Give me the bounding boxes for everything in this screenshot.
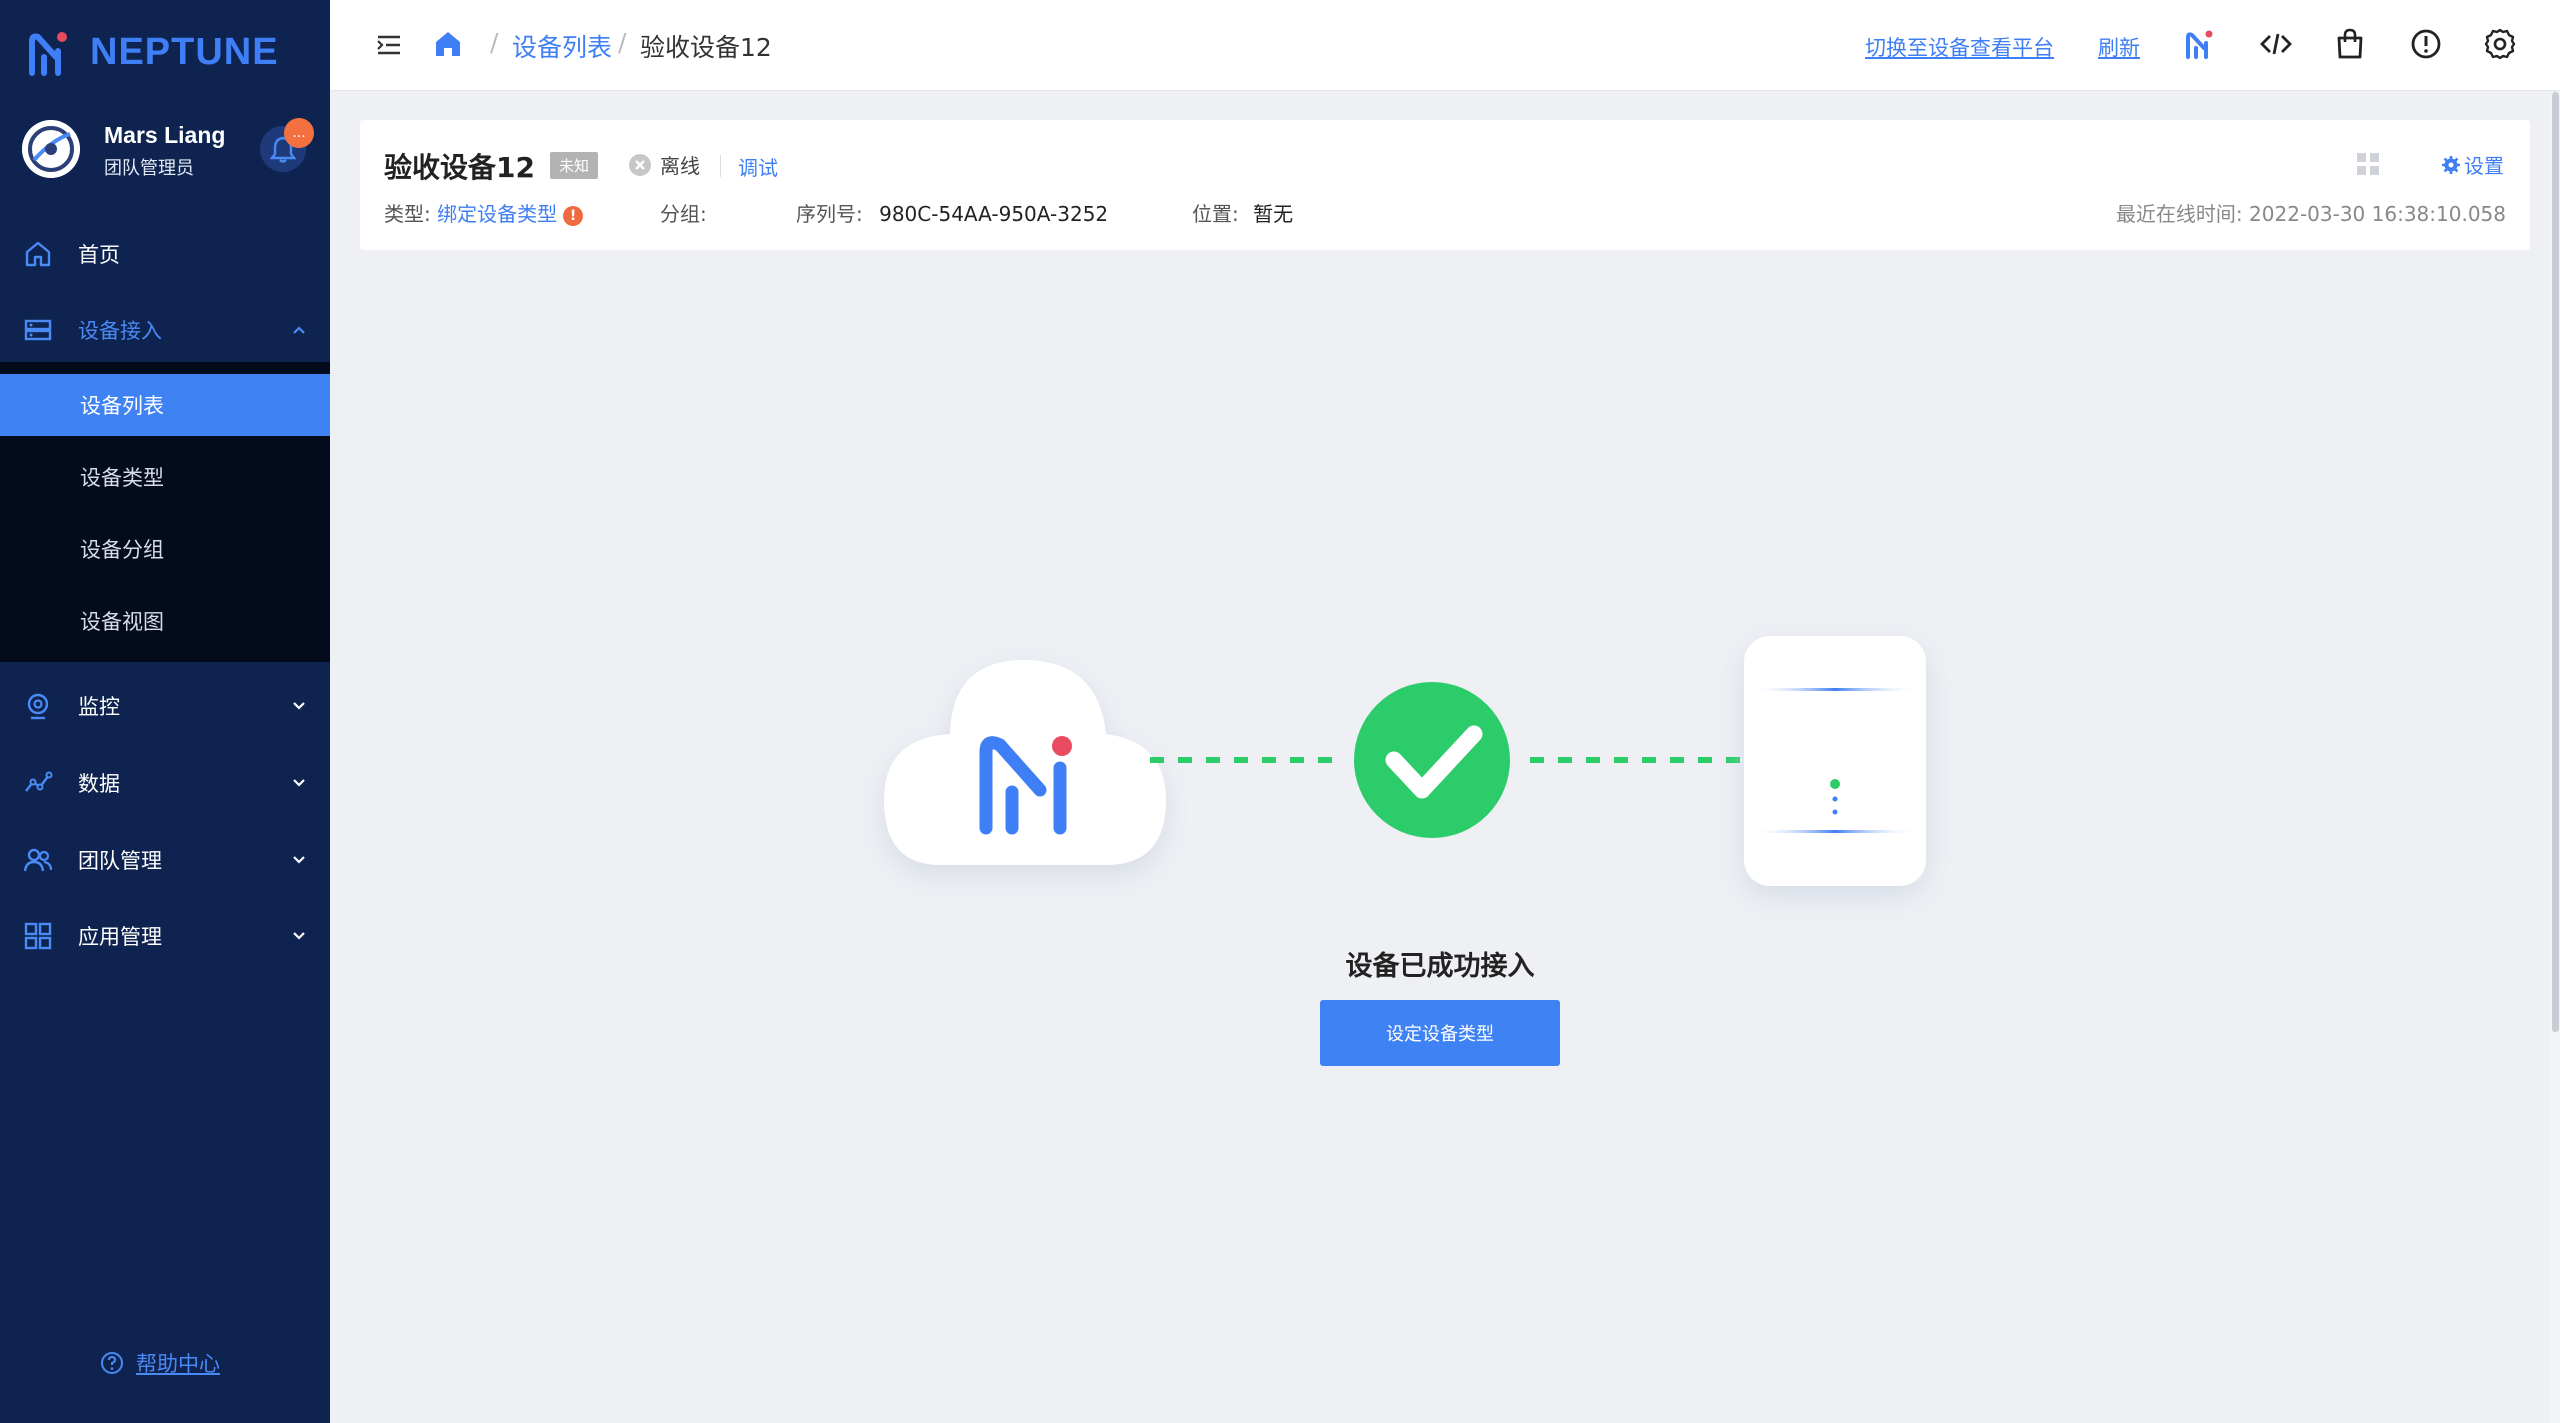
- brand-logo[interactable]: NEPTUNE: [26, 24, 279, 80]
- sidebar: NEPTUNE Mars Liang 团队管理员 ... 首页 设备接入 设备列…: [0, 0, 330, 1423]
- device-serial-label: 序列号:: [796, 202, 863, 226]
- set-device-type-button[interactable]: 设定设备类型: [1320, 1000, 1560, 1066]
- alert-circle-icon: [2411, 29, 2441, 59]
- avatar-image-icon: [22, 120, 80, 178]
- device-type-field: 类型: 绑定设备类型!: [384, 198, 584, 227]
- scrollbar-thumb[interactable]: [2552, 92, 2559, 1032]
- sidebar-subitem-device-type[interactable]: 设备类型: [0, 446, 330, 508]
- gear-icon: [2484, 28, 2516, 60]
- sidebar-subitem-label: 设备分组: [80, 538, 164, 562]
- monitor-icon: [27, 693, 49, 720]
- neptune-app-button[interactable]: [2182, 26, 2218, 62]
- refresh-link[interactable]: 刷新: [2098, 32, 2140, 62]
- sidebar-subitem-label: 设备列表: [80, 394, 164, 418]
- sidebar-item-label: 首页: [78, 243, 120, 267]
- settings-button[interactable]: [2482, 26, 2518, 62]
- store-button[interactable]: [2332, 26, 2368, 62]
- help-center-link[interactable]: 帮助中心: [100, 1348, 220, 1378]
- sidebar-item-device-access[interactable]: 设备接入: [0, 292, 330, 368]
- breadcrumb-current: 验收设备12: [640, 33, 772, 62]
- user-role: 团队管理员: [104, 158, 194, 179]
- code-icon: [2260, 33, 2292, 55]
- sidebar-item-label: 监控: [78, 695, 120, 719]
- breadcrumb-home-icon[interactable]: [432, 28, 464, 60]
- chevron-down-icon: [293, 779, 305, 787]
- neptune-logo-icon: [2186, 30, 2213, 59]
- avatar[interactable]: [22, 120, 80, 178]
- device-location-field: 位置: 暂无: [1192, 198, 1293, 227]
- chevron-up-icon: [293, 326, 305, 334]
- sidebar-item-apps[interactable]: 应用管理: [0, 898, 330, 974]
- offline-status-icon: [629, 153, 651, 176]
- chevron-down-icon: [293, 702, 305, 710]
- switch-platform-link[interactable]: 切换至设备查看平台: [1865, 32, 2054, 62]
- device-type-label: 类型:: [384, 202, 431, 226]
- sidebar-item-home[interactable]: 首页: [0, 216, 330, 292]
- question-circle-icon: [101, 1352, 123, 1374]
- device-status-label: 离线: [660, 154, 700, 178]
- user-name: Mars Liang: [104, 122, 226, 148]
- neptune-logo-icon: [29, 32, 67, 76]
- data-icon: [25, 771, 53, 792]
- success-check-icon: [1354, 682, 1510, 838]
- home-icon: [25, 241, 51, 267]
- grid-view-icon[interactable]: [2356, 152, 2380, 176]
- last-online-label: 最近在线时间:: [2115, 202, 2243, 226]
- success-message: 设备已成功接入: [1345, 951, 1535, 982]
- warning-icon: !: [563, 206, 584, 226]
- device-location-value: 暂无: [1253, 202, 1294, 226]
- device-location-label: 位置:: [1192, 202, 1239, 226]
- sidebar-subitem-label: 设备视图: [80, 610, 164, 634]
- collapse-menu-icon[interactable]: [374, 30, 404, 60]
- sidebar-subitem-device-view[interactable]: 设备视图: [0, 590, 330, 652]
- team-icon: [23, 848, 53, 872]
- shopping-bag-icon: [2337, 28, 2363, 59]
- gear-icon: [2442, 155, 2460, 174]
- sidebar-subitem-device-group[interactable]: 设备分组: [0, 518, 330, 580]
- apps-icon: [24, 922, 52, 950]
- device-info-card: 验收设备12 未知 离线 调试 类型: 绑定设备类型! 分组: 序列号: 980…: [360, 120, 2530, 250]
- sidebar-item-team[interactable]: 团队管理: [0, 822, 330, 898]
- sidebar-item-label: 设备接入: [78, 319, 162, 343]
- sidebar-item-label: 团队管理: [78, 849, 162, 873]
- device-group-label: 分组:: [660, 202, 707, 226]
- device-status: 离线: [628, 150, 700, 179]
- sidebar-item-monitor[interactable]: 监控: [0, 668, 330, 744]
- info-button[interactable]: [2408, 26, 2444, 62]
- code-button[interactable]: [2258, 26, 2294, 62]
- device-access-icon: [24, 319, 52, 341]
- breadcrumb-device-list[interactable]: 设备列表: [512, 28, 612, 64]
- last-online-time: 最近在线时间: 2022-03-30 16:38:10.058: [2116, 198, 2506, 227]
- top-bar: / 设备列表 / 验收设备12 切换至设备查看平台 刷新: [330, 0, 2560, 91]
- brand-name: NEPTUNE: [90, 30, 279, 73]
- device-access-submenu: 设备列表 设备类型 设备分组 设备视图: [0, 362, 330, 662]
- device-serial-field: 序列号: 980C-54AA-950A-3252: [796, 198, 1108, 227]
- user-profile: Mars Liang 团队管理员 ...: [22, 116, 322, 188]
- chevron-down-icon: [293, 856, 305, 864]
- chevron-down-icon: [293, 932, 305, 940]
- notification-badge: ...: [284, 118, 314, 148]
- cloud-platform-icon: [884, 660, 1166, 865]
- neptune-cloud-logo-icon: [979, 736, 1072, 835]
- help-center-label: 帮助中心: [136, 1352, 220, 1376]
- sidebar-item-label: 应用管理: [78, 925, 162, 949]
- sidebar-item-label: 数据: [78, 772, 120, 796]
- sidebar-subitem-device-list[interactable]: 设备列表: [0, 374, 330, 436]
- sidebar-item-data[interactable]: 数据: [0, 745, 330, 821]
- breadcrumb-separator: /: [618, 28, 627, 57]
- last-online-value: 2022-03-30 16:38:10.058: [2249, 202, 2506, 226]
- debug-link[interactable]: 调试: [738, 152, 778, 181]
- vertical-scrollbar[interactable]: [2550, 92, 2560, 1423]
- device-serial-value: 980C-54AA-950A-3252: [879, 202, 1109, 226]
- device-name: 验收设备12: [384, 151, 535, 184]
- bind-device-type-link[interactable]: 绑定设备类型: [437, 202, 557, 226]
- sidebar-subitem-label: 设备类型: [80, 466, 164, 490]
- divider: [720, 155, 721, 177]
- device-icon: [1744, 636, 1926, 886]
- breadcrumb-separator: /: [490, 28, 499, 57]
- device-state-badge: 未知: [550, 152, 599, 179]
- device-group-field: 分组:: [660, 198, 707, 227]
- device-settings-label: 设置: [2464, 154, 2504, 178]
- device-settings-link[interactable]: 设置: [2442, 150, 2504, 179]
